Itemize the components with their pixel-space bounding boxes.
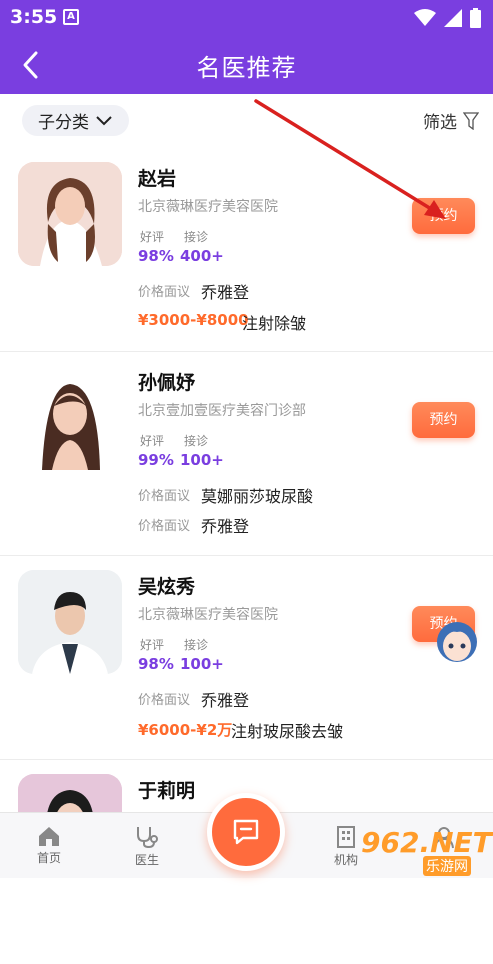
annotation-arrow <box>254 99 446 219</box>
